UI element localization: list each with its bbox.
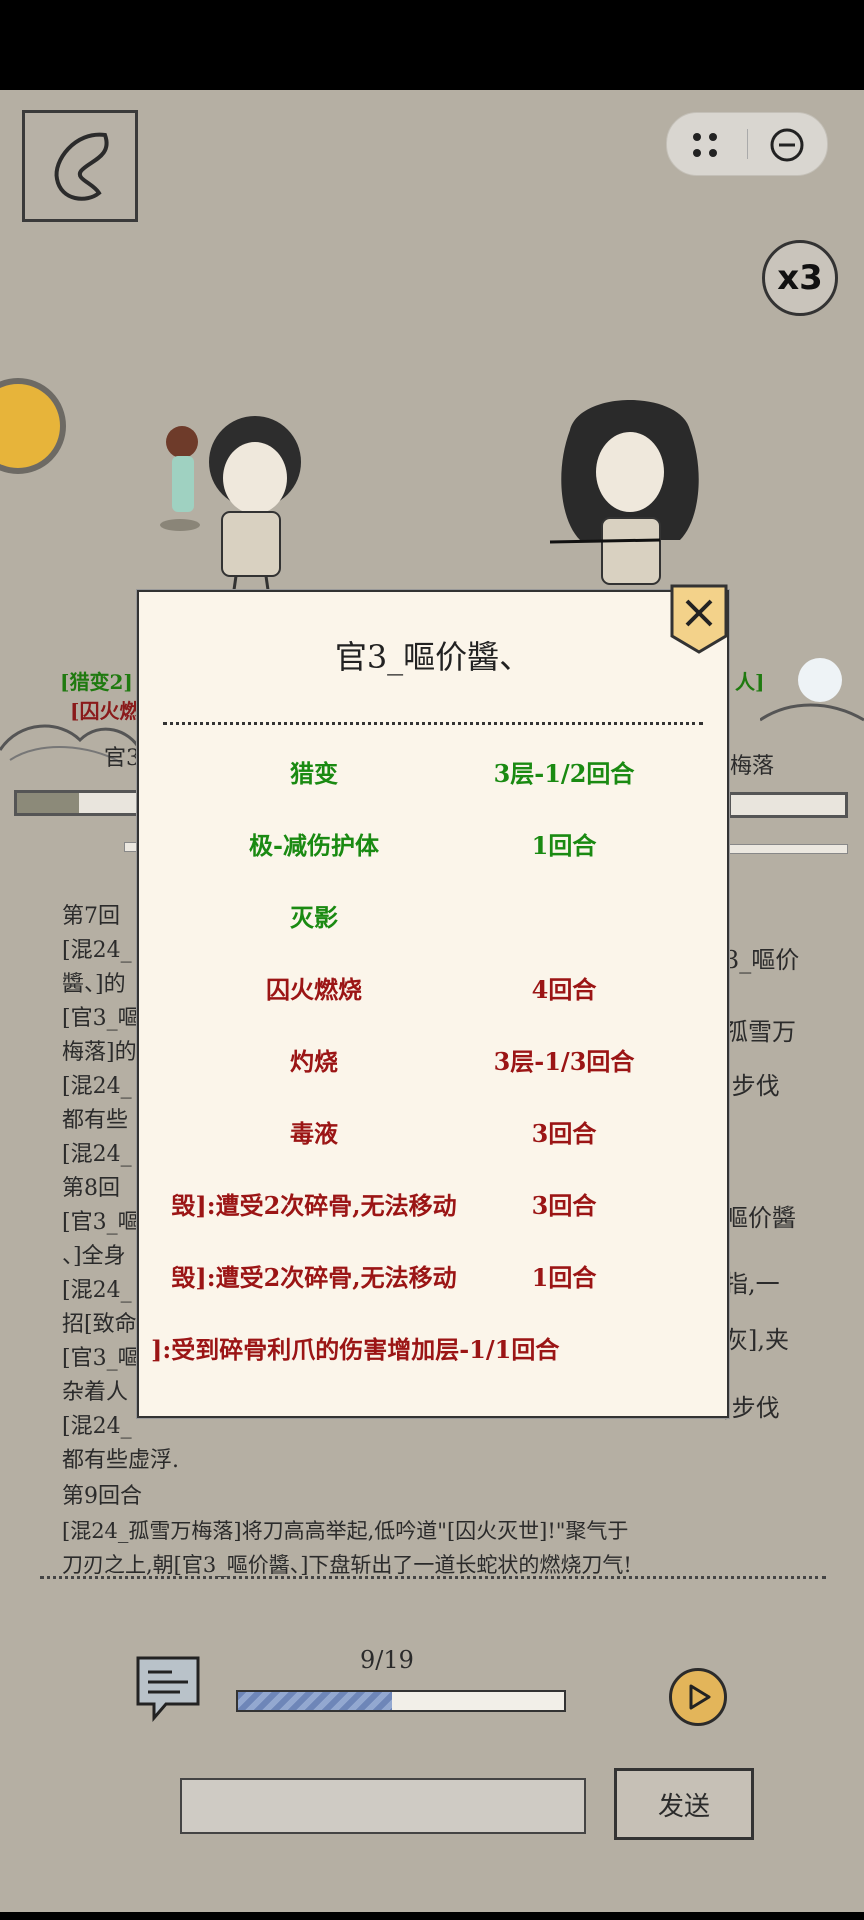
right-avatar-cloud	[760, 658, 864, 722]
buff-duration: 3层-1/2回合	[493, 759, 635, 788]
buff-name: 灼烧	[290, 1047, 338, 1076]
close-minimize-icon[interactable]	[769, 127, 805, 163]
chat-icon[interactable]	[132, 1652, 204, 1724]
log-line: [混24_孤雪万梅落]将刀高高举起,低吟道"[囚火灭世]!"聚气于	[62, 1519, 629, 1543]
log-line-right: 灰],夹	[724, 1326, 789, 1354]
left-hp-bar	[14, 790, 140, 816]
buff-name: 极-减伤护体	[249, 831, 379, 860]
buff-duration: 4回合	[531, 975, 597, 1004]
round-progress-fill	[238, 1692, 393, 1710]
log-line-right: 指,一	[724, 1270, 780, 1298]
buff-name: 灭影	[290, 903, 338, 932]
buff-duration: 3层-1/3回合	[493, 1047, 635, 1076]
left-status-line1: [猎变2]	[60, 670, 133, 694]
right-fighter-name: 梅落	[730, 754, 775, 779]
speed-button[interactable]: x3	[762, 240, 838, 316]
log-line: 都有些虚浮.	[62, 1448, 179, 1473]
modal-close-button[interactable]	[670, 584, 728, 656]
modal-title: 官3_嘔价醬、	[334, 638, 532, 676]
send-button[interactable]: 发送	[614, 1768, 754, 1840]
buff-name: 囚火燃烧	[266, 975, 362, 1004]
side-avatar[interactable]	[0, 378, 66, 474]
buff-duration: 1回合	[531, 831, 597, 860]
right-hp-bar	[728, 792, 848, 818]
log-divider	[40, 1576, 826, 1579]
buff-duration: 3回合	[531, 1191, 597, 1220]
buff-row: ]:受到碎骨利爪的伤害增加层-1/1回合	[139, 1330, 727, 1370]
buff-name: 毒液	[290, 1119, 338, 1148]
modal-divider	[163, 722, 703, 725]
play-button[interactable]	[669, 1668, 727, 1726]
back-button[interactable]	[22, 110, 138, 222]
log-line-right: ,步伐	[724, 1394, 780, 1422]
progress-label: 9/19	[360, 1646, 414, 1674]
right-hp-fill	[731, 795, 845, 815]
log-line-right: 孤雪万	[724, 1018, 796, 1046]
status-bar	[0, 0, 864, 90]
right-mp-bar	[728, 844, 848, 854]
buff-name: 毁]:遭受2次碎骨,无法移动	[171, 1263, 457, 1292]
buff-row: 毁]:遭受2次碎骨,无法移动 3回合	[139, 1186, 727, 1226]
more-dots-icon[interactable]	[691, 131, 721, 159]
buff-row: 毁]:遭受2次碎骨,无法移动 1回合	[139, 1258, 727, 1298]
round-progress-bar[interactable]	[236, 1690, 566, 1712]
buff-row: 猎变 3层-1/2回合	[139, 754, 727, 794]
buff-row: 囚火燃烧 4回合	[139, 970, 727, 1010]
mini-program-capsule	[666, 112, 828, 176]
buff-row: 极-减伤护体 1回合	[139, 826, 727, 866]
log-line-right: 3_嘔价	[724, 946, 800, 974]
log-line: 第9回合	[62, 1484, 142, 1509]
buff-row: 灼烧 3层-1/3回合	[139, 1042, 727, 1082]
bottom-nav-strip	[0, 1912, 864, 1920]
back-arrow-icon	[54, 132, 109, 201]
right-fighter-sprite	[549, 400, 699, 585]
battle-log-bottom: 第9回合 [混24_孤雪万梅落]将刀高高举起,低吟道"[囚火灭世]!"聚气于 刀刃之…	[62, 1480, 822, 1582]
log-line-right: ,步伐	[724, 1072, 780, 1100]
left-fighter-sprite	[160, 416, 301, 590]
buff-name: 猎变	[290, 759, 338, 788]
play-icon	[689, 1684, 711, 1710]
chat-input[interactable]	[180, 1778, 586, 1834]
buff-row: 毒液 3回合	[139, 1114, 727, 1154]
buff-row: 灭影	[139, 898, 727, 938]
log-line-right: 嘔价醬	[724, 1204, 796, 1232]
buff-duration: 3回合	[531, 1119, 597, 1148]
left-hp-fill	[17, 793, 80, 813]
buff-detail-modal: 官3_嘔价醬、 猎变 3层-1/2回合 极-减伤护体 1回合 灭影 囚火燃烧 4回合 灼烧 3层…	[137, 584, 729, 1418]
buff-name: ]:受到碎骨利爪的伤害增加层-1/1回合	[151, 1335, 560, 1364]
buff-name: 毁]:遭受2次碎骨,无法移动	[171, 1191, 457, 1220]
buff-duration: 1回合	[531, 1263, 597, 1292]
left-fighter-name: 官3	[104, 746, 140, 771]
